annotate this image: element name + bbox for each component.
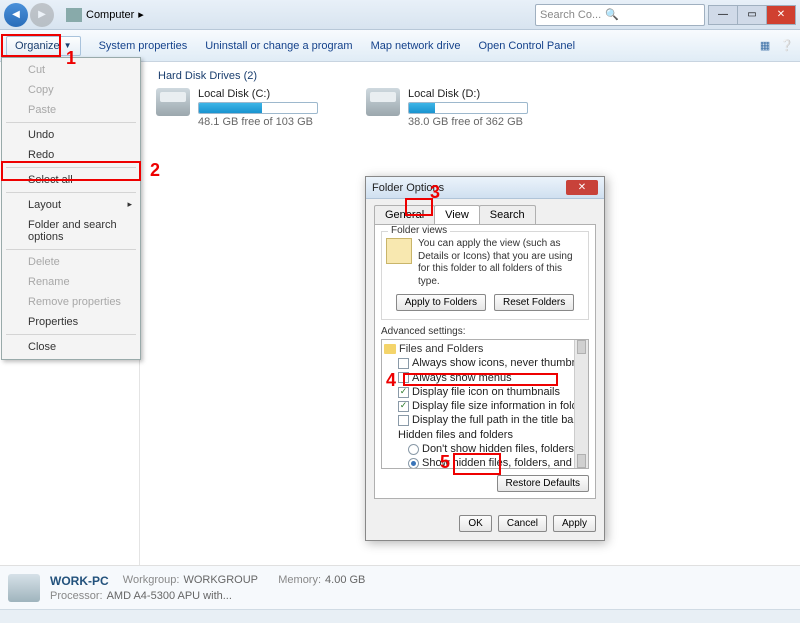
organize-button[interactable]: Organize ▼: [6, 36, 81, 56]
drive-c[interactable]: Local Disk (C:) 48.1 GB free of 103 GB: [156, 88, 336, 128]
drive-icon: [156, 88, 190, 116]
menu-item-properties[interactable]: Properties: [4, 312, 138, 332]
menu-item-select-all[interactable]: Select all: [4, 170, 138, 190]
breadcrumb-label: Computer: [86, 9, 134, 21]
adv-item[interactable]: Display the full path in the title bar (…: [384, 413, 586, 427]
folder-views-group: Folder views You can apply the view (suc…: [381, 231, 589, 320]
toolbar-control-panel[interactable]: Open Control Panel: [478, 40, 575, 52]
menu-item-cut: Cut: [4, 60, 138, 80]
menu-item-layout[interactable]: Layout: [4, 195, 138, 215]
organize-label: Organize: [15, 40, 60, 52]
tab-search[interactable]: Search: [479, 205, 536, 224]
tab-view[interactable]: View: [434, 205, 480, 224]
nav-back-button[interactable]: ◀: [4, 3, 28, 27]
drive-d[interactable]: Local Disk (D:) 38.0 GB free of 362 GB: [366, 88, 546, 128]
toolbar-system-properties[interactable]: System properties: [99, 40, 188, 52]
view-mode-icon[interactable]: ▦: [760, 39, 770, 52]
close-button[interactable]: ✕: [766, 5, 796, 25]
menu-item-remove-properties: Remove properties: [4, 292, 138, 312]
scrollbar[interactable]: [574, 340, 588, 468]
search-placeholder: Search Co...: [540, 9, 601, 21]
folder-options-dialog: Folder Options ✕ General View Search Fol…: [365, 176, 605, 541]
nav-forward-button: ▶: [30, 3, 54, 27]
ok-button[interactable]: OK: [459, 515, 491, 532]
menu-item-paste: Paste: [4, 100, 138, 120]
dialog-title: Folder Options: [372, 182, 444, 194]
window-titlebar: ◀ ▶ Computer ▸ Search Co... 🔍 — ▭ ✕: [0, 0, 800, 30]
section-header[interactable]: Hard Disk Drives (2): [148, 66, 792, 88]
restore-defaults-button[interactable]: Restore Defaults: [497, 475, 589, 492]
menu-item-redo[interactable]: Redo: [4, 145, 138, 165]
menu-item-folder-and-search-options[interactable]: Folder and search options: [4, 215, 138, 247]
drive-capacity-bar: [408, 102, 528, 114]
drive-free-text: 38.0 GB free of 362 GB: [408, 116, 528, 128]
adv-item[interactable]: Always show icons, never thumbnails: [384, 356, 586, 370]
computer-icon: [66, 8, 82, 22]
drive-capacity-bar: [198, 102, 318, 114]
checkbox[interactable]: [398, 372, 409, 383]
radio[interactable]: [408, 444, 419, 455]
computer-name: WORK-PC: [50, 574, 109, 588]
drive-name: Local Disk (D:): [408, 88, 528, 100]
folder-views-text: You can apply the view (such as Details …: [418, 238, 584, 288]
adv-item[interactable]: Don't show hidden files, folders, or dri…: [384, 442, 586, 456]
drive-icon: [366, 88, 400, 116]
advanced-label: Advanced settings:: [381, 326, 589, 337]
adv-item[interactable]: Display file icon on thumbnails: [384, 385, 586, 399]
computer-icon: [8, 574, 40, 602]
search-icon: 🔍: [605, 8, 619, 21]
cancel-button[interactable]: Cancel: [498, 515, 547, 532]
dialog-titlebar[interactable]: Folder Options ✕: [366, 177, 604, 199]
advanced-settings-list[interactable]: Files and Folders Always show icons, nev…: [381, 339, 589, 469]
adv-item[interactable]: Hidden files and folders: [384, 428, 586, 442]
checkbox[interactable]: [398, 415, 409, 426]
adv-item[interactable]: Always show menus: [384, 371, 586, 385]
folder-views-icon: [386, 238, 412, 264]
radio[interactable]: [408, 458, 419, 469]
dialog-tabs: General View Search: [366, 199, 604, 224]
details-pane: WORK-PC Workgroup: WORKGROUP Memory: 4.0…: [0, 565, 800, 609]
folder-icon: [384, 344, 396, 354]
reset-folders-button[interactable]: Reset Folders: [494, 294, 574, 311]
menu-item-close[interactable]: Close: [4, 337, 138, 357]
apply-button[interactable]: Apply: [553, 515, 596, 532]
help-icon[interactable]: ❔: [780, 39, 794, 52]
menu-item-copy: Copy: [4, 80, 138, 100]
checkbox[interactable]: [398, 401, 409, 412]
tab-general[interactable]: General: [374, 205, 435, 224]
checkbox[interactable]: [398, 358, 409, 369]
breadcrumb[interactable]: Computer ▸: [60, 6, 150, 24]
menu-item-undo[interactable]: Undo: [4, 125, 138, 145]
search-input[interactable]: Search Co... 🔍: [535, 4, 705, 26]
toolbar-map-drive[interactable]: Map network drive: [371, 40, 461, 52]
chevron-down-icon: ▼: [64, 41, 72, 50]
minimize-button[interactable]: —: [708, 5, 738, 25]
adv-item[interactable]: Show hidden files, folders, and drives: [384, 456, 586, 469]
group-legend: Folder views: [388, 225, 450, 236]
menu-item-delete: Delete: [4, 252, 138, 272]
chevron-right-icon: ▸: [138, 8, 144, 21]
adv-root-item: Files and Folders: [384, 342, 586, 356]
organize-menu: CutCopyPaste UndoRedo Select all LayoutFold…: [1, 57, 141, 360]
adv-item[interactable]: Display file size information in folder …: [384, 399, 586, 413]
apply-to-folders-button[interactable]: Apply to Folders: [396, 294, 486, 311]
drive-name: Local Disk (C:): [198, 88, 318, 100]
dialog-close-button[interactable]: ✕: [566, 180, 598, 195]
drive-free-text: 48.1 GB free of 103 GB: [198, 116, 318, 128]
status-bar: [0, 609, 800, 623]
menu-item-rename: Rename: [4, 272, 138, 292]
toolbar-uninstall[interactable]: Uninstall or change a program: [205, 40, 352, 52]
checkbox[interactable]: [398, 387, 409, 398]
maximize-button[interactable]: ▭: [737, 5, 767, 25]
